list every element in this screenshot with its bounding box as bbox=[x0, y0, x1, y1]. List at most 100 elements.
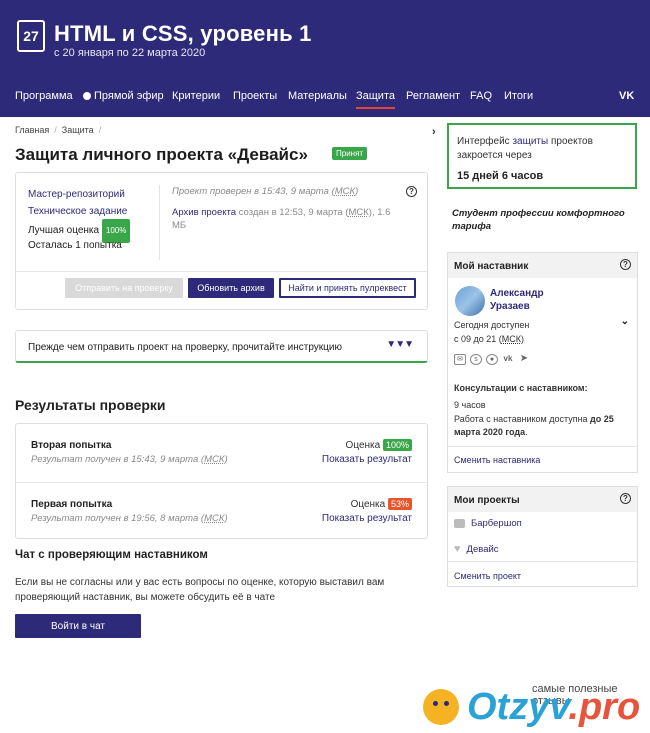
help-icon[interactable]: ? bbox=[620, 259, 631, 270]
nav-criteria[interactable]: Критерии bbox=[172, 90, 220, 102]
projects-panel-title: Мои проекты? bbox=[448, 487, 637, 512]
watermark-brand: Otzyv.pro bbox=[467, 686, 640, 729]
attempt-name: Первая попытка bbox=[31, 499, 113, 510]
mentor-available: Сегодня доступен bbox=[454, 320, 530, 330]
otzyv-logo-icon bbox=[423, 689, 459, 725]
course-dates: с 20 января по 22 марта 2020 bbox=[54, 47, 206, 59]
vk-icon[interactable]: vk bbox=[502, 354, 514, 365]
heart-icon: ♥ bbox=[454, 543, 461, 555]
chevron-right-icon[interactable]: › bbox=[432, 126, 436, 138]
score-label: Оценка bbox=[345, 440, 381, 451]
mentor-name[interactable]: Александр Уразаев bbox=[490, 287, 544, 313]
skype-icon[interactable]: s bbox=[470, 354, 482, 365]
nav-faq[interactable]: FAQ bbox=[470, 90, 492, 102]
checked-text: Проект проверен в 15:43, 9 марта ( bbox=[172, 186, 335, 197]
mentor-panel-title: Мой наставник? bbox=[448, 253, 637, 278]
project-item[interactable]: Барбершоп bbox=[454, 518, 522, 529]
change-project-link[interactable]: Сменить проект bbox=[454, 571, 521, 581]
watermark-brand-end: .pro bbox=[568, 686, 641, 728]
project-item[interactable]: ♥ Девайс bbox=[454, 543, 499, 555]
mentor-hours: с 09 до 21 (МСК) bbox=[454, 334, 525, 344]
mail-icon[interactable]: ✉ bbox=[454, 354, 466, 365]
contact-icons: ✉ s ● vk ➤ bbox=[454, 354, 530, 365]
telegram-icon[interactable]: ➤ bbox=[518, 354, 530, 365]
graduation-cap-icon bbox=[454, 519, 465, 528]
instruction-text: Прежде чем отправить проект на проверку,… bbox=[28, 342, 342, 353]
send-for-review-button[interactable]: Отправить на проверку bbox=[65, 278, 183, 298]
deadline-text-1: Интерфейс bbox=[457, 136, 513, 147]
enter-chat-button[interactable]: Войти в чат bbox=[15, 614, 141, 638]
spec-link[interactable]: Техническое задание bbox=[28, 206, 127, 217]
course-number-badge: 27 bbox=[17, 20, 45, 52]
timezone-label: МСК bbox=[204, 454, 225, 465]
archive-link[interactable]: Архив проекта bbox=[172, 207, 236, 218]
update-archive-button[interactable]: Обновить архив bbox=[188, 278, 274, 298]
page-title: Защита личного проекта «Девайс» bbox=[15, 145, 308, 164]
mentor-hours-text: с 09 до 21 ( bbox=[454, 334, 502, 344]
attempt-score: Оценка 53% bbox=[351, 498, 412, 510]
project-barbershop[interactable]: Барбершоп bbox=[471, 518, 522, 529]
mentor-first-name[interactable]: Александр bbox=[490, 288, 544, 299]
nav-projects[interactable]: Проекты bbox=[233, 90, 277, 102]
nav-rules[interactable]: Регламент bbox=[406, 90, 460, 102]
received-text: Результат получен в 15:43, 9 марта ( bbox=[31, 454, 205, 465]
mentor-panel: Мой наставник? Александр Уразаев Сегодня … bbox=[447, 252, 638, 473]
work-until-text: Работа с наставником доступна bbox=[454, 414, 591, 424]
archive-meta: создан в 12:53, 9 марта ( bbox=[236, 207, 349, 218]
nav-program[interactable]: Программа bbox=[15, 90, 73, 102]
status-badge: Принят bbox=[332, 147, 368, 160]
divider bbox=[159, 185, 160, 260]
results-card: Вторая попытка Результат получен в 15:43… bbox=[15, 423, 428, 539]
help-icon[interactable]: ? bbox=[406, 186, 417, 197]
instruction-accordion[interactable]: Прежде чем отправить проект на проверку,… bbox=[15, 330, 428, 363]
projects-panel: Мои проекты? Барбершоп ♥ Девайс Сменить п… bbox=[447, 486, 638, 587]
projects-panel-title-text: Мои проекты bbox=[454, 495, 520, 506]
chevron-down-icon[interactable]: ⌄ bbox=[621, 316, 629, 327]
master-repo-link[interactable]: Мастер-репозиторий bbox=[28, 189, 125, 200]
student-tariff: Студент профессии комфортного тарифа bbox=[452, 207, 650, 233]
expand-arrows-icon[interactable]: ▼▼▼ bbox=[386, 339, 414, 350]
mentor-panel-title-text: Мой наставник bbox=[454, 261, 529, 272]
github-icon[interactable]: ● bbox=[486, 354, 498, 365]
timezone-label: МСК bbox=[204, 513, 225, 524]
project-info-card: Мастер-репозиторий Техническое задание Л… bbox=[15, 172, 428, 310]
accept-pull-request-button[interactable]: Найти и принять пулреквест bbox=[279, 278, 416, 298]
consult-hours: 9 часов bbox=[454, 400, 486, 410]
defense-link[interactable]: защиты bbox=[512, 136, 548, 147]
checked-time: Проект проверен в 15:43, 9 марта (МСК) bbox=[172, 185, 402, 198]
nav-live-label: Прямой эфир bbox=[94, 90, 164, 102]
student-tariff-text: Студент профессии комфортного тарифа bbox=[452, 208, 625, 232]
best-score-label: Лучшая оценка bbox=[28, 225, 100, 236]
show-result-link[interactable]: Показать результат bbox=[322, 513, 412, 524]
archive-timezone: МСК bbox=[348, 207, 369, 218]
nav-materials[interactable]: Материалы bbox=[288, 90, 347, 102]
breadcrumb-defense[interactable]: Защита bbox=[62, 125, 94, 135]
attempt-score: Оценка 100% bbox=[346, 439, 412, 451]
work-until-end: . bbox=[525, 427, 528, 437]
received-text: Результат получен в 19:56, 8 марта ( bbox=[31, 513, 205, 524]
archive-info: Архив проекта создан в 12:53, 9 марта (М… bbox=[172, 206, 402, 232]
consult-label: Консультации с наставником: bbox=[454, 383, 588, 393]
vk-icon[interactable]: VK bbox=[619, 90, 634, 102]
watermark-brand-main: Otzyv bbox=[467, 686, 569, 728]
help-icon[interactable]: ? bbox=[620, 493, 631, 504]
results-title: Результаты проверки bbox=[15, 397, 166, 413]
change-mentor-link[interactable]: Сменить наставника bbox=[454, 455, 540, 465]
project-links: Мастер-репозиторий Техническое задание Л… bbox=[28, 185, 131, 253]
score-badge: 53% bbox=[387, 498, 412, 510]
score-label: Оценка bbox=[350, 499, 386, 510]
attempt-received: Результат получен в 15:43, 9 марта (МСК) bbox=[31, 454, 228, 465]
breadcrumb-home[interactable]: Главная bbox=[15, 125, 49, 135]
show-result-link[interactable]: Показать результат bbox=[322, 454, 412, 465]
chat-title: Чат с проверяющим наставником bbox=[15, 549, 208, 561]
project-device[interactable]: Девайс bbox=[467, 544, 499, 555]
defense-deadline-box: Интерфейс защиты проектов закроется чере… bbox=[447, 123, 637, 189]
nav-live[interactable]: Прямой эфир bbox=[83, 90, 164, 102]
mentor-last-name[interactable]: Уразаев bbox=[490, 301, 530, 312]
nav-results[interactable]: Итоги bbox=[504, 90, 533, 102]
nav-defense[interactable]: Защита bbox=[356, 90, 395, 109]
timezone-label: МСК bbox=[501, 334, 522, 344]
deadline-time: 15 дней 6 часов bbox=[457, 170, 544, 182]
main-nav: Программа Прямой эфир Критерии Проекты М… bbox=[0, 88, 650, 110]
live-dot-icon bbox=[83, 92, 91, 100]
